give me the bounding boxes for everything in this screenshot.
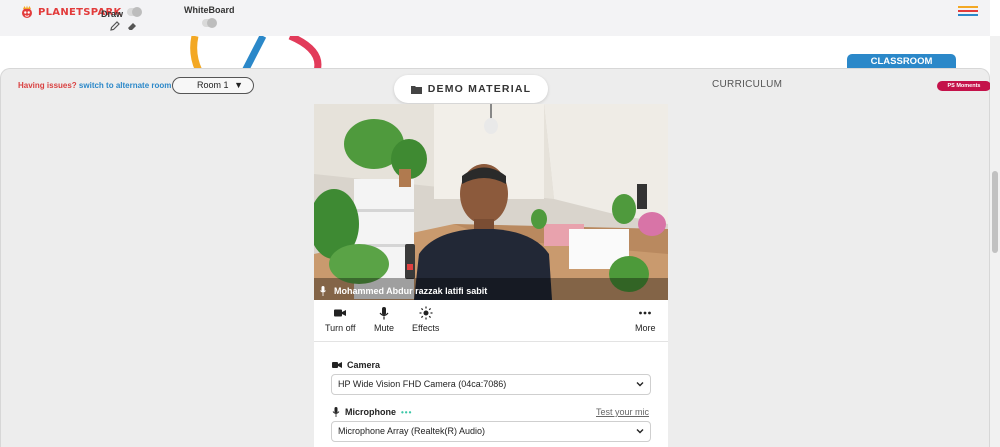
participant-name: Mohammed Abdur razzak latifi sabit [334,286,488,296]
page-scrollbar[interactable] [990,36,1000,447]
turn-off-camera-button[interactable]: Turn off [325,306,356,333]
camera-device-value: HP Wide Vision FHD Camera (04ca:7086) [338,379,507,389]
folder-icon [410,85,422,94]
tab-curriculum[interactable]: CURRICULUM [712,79,782,90]
planetspark-logo-icon [22,5,32,18]
video-preview: Mohammed Abdur razzak latifi sabit [314,104,668,300]
issues-prefix: Having issues? [18,81,77,90]
draw-toggle[interactable] [127,7,142,17]
microphone-icon [332,407,340,417]
camera-device-select[interactable]: HP Wide Vision FHD Camera (04ca:7086) [331,374,651,395]
microphone-label: Microphone [345,407,396,417]
mute-label: Mute [374,323,395,333]
video-camera-icon [332,362,342,368]
video-frame [314,104,668,300]
whiteboard-label: WhiteBoard [184,5,235,15]
more-button[interactable]: More [635,306,656,333]
whiteboard-toggle[interactable] [202,18,217,28]
ps-moments-label: PS Moments [947,83,981,89]
video-camera-icon [334,309,347,317]
pencil-icon[interactable] [109,20,121,32]
media-controls: Turn off Mute Effects More [314,300,668,342]
test-mic-link[interactable]: Test your mic [596,407,649,417]
chevron-down-icon [636,382,644,387]
chevron-down-icon [636,429,644,434]
more-label: More [635,323,656,333]
mic-level-indicator: ••• [401,407,413,417]
microphone-icon [379,307,389,320]
camera-setup-card: Mohammed Abdur razzak latifi sabit Turn … [314,104,668,447]
caret-down-icon: ▼ [234,80,243,90]
effects-button[interactable]: Effects [412,306,439,333]
tab-classroom[interactable]: CLASSROOM [847,54,956,69]
microphone-device-value: Microphone Array (Realtek(R) Audio) [338,426,486,436]
more-dots-icon [639,311,652,315]
camera-label: Camera [347,360,381,370]
room-select-value: Room 1 [197,80,229,90]
menu-icon[interactable] [958,6,980,18]
scrollbar-thumb[interactable] [992,171,998,253]
mute-button[interactable]: Mute [374,306,394,333]
eraser-icon[interactable] [126,20,138,32]
microphone-device-select[interactable]: Microphone Array (Realtek(R) Audio) [331,421,651,442]
alternate-room-link[interactable]: switch to alternate room [79,81,171,90]
mic-icon [320,286,326,296]
room-select[interactable]: Room 1 ▼ [172,77,254,94]
top-bar: PLANETSPARK Draw WhiteBoard [0,0,990,36]
turn-off-label: Turn off [325,323,356,333]
effects-label: Effects [412,323,440,333]
draw-label: Draw [101,9,124,19]
decorative-logo-arcs [190,36,322,71]
ps-moments-badge[interactable]: PS Moments [937,81,991,91]
camera-section-label: Camera [332,360,380,370]
demo-material-button[interactable]: DEMO MATERIAL [394,75,548,103]
issues-notice: Having issues? switch to alternate room [18,81,171,90]
microphone-section-label: Microphone ••• [332,407,412,417]
participant-name-overlay: Mohammed Abdur razzak latifi sabit [320,286,487,296]
effects-sun-icon [419,306,433,320]
demo-material-label: DEMO MATERIAL [427,83,532,95]
